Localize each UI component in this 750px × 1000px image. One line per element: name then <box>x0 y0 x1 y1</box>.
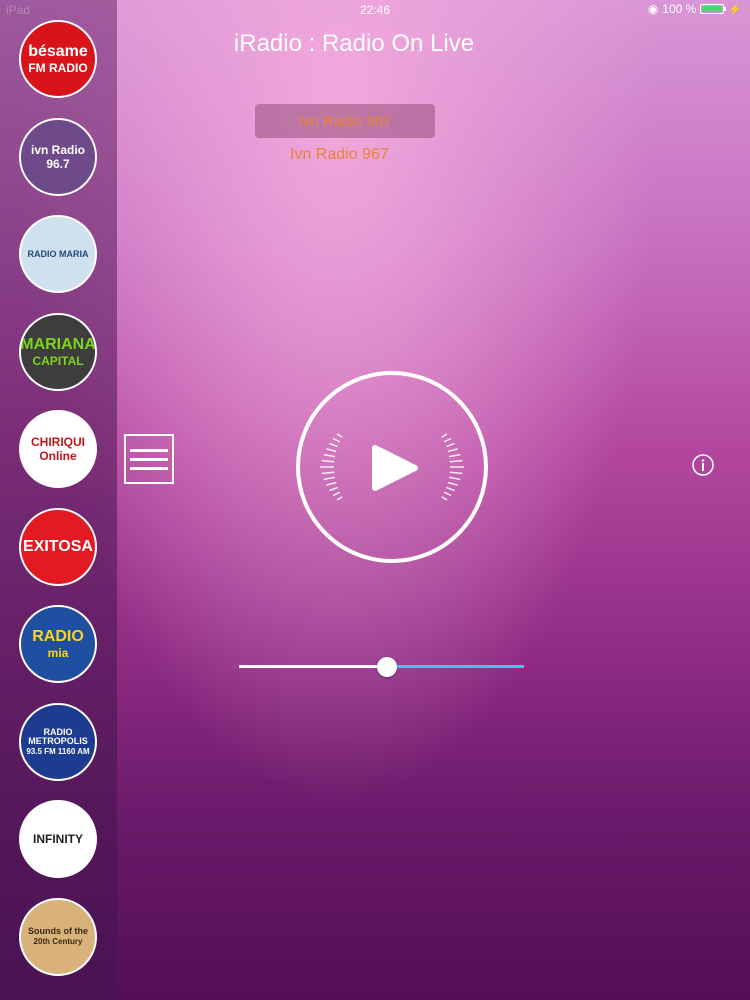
station-logo[interactable]: ivn Radio 96.7 <box>19 117 97 196</box>
volume-slider[interactable] <box>239 656 524 678</box>
station-logo-subtitle: FM RADIO <box>28 61 88 75</box>
menu-icon-line <box>130 448 168 452</box>
station-logo[interactable]: bésame FM RADIO <box>19 20 97 98</box>
station-logo-title: MARIANA <box>20 335 96 353</box>
volume-track-min <box>239 665 388 668</box>
battery-percent: 100 % <box>662 2 697 16</box>
station-logo-title: EXITOSA <box>23 537 93 555</box>
selected-station-button[interactable]: Ivn Radio 967 <box>255 104 435 138</box>
play-icon <box>296 371 488 563</box>
info-icon[interactable] <box>692 454 714 476</box>
station-logo[interactable]: RADIO mia <box>19 605 97 683</box>
station-logo[interactable]: MARIANA CAPITAL <box>19 312 97 391</box>
menu-icon-line <box>130 457 168 461</box>
charging-icon: ⚡ <box>728 3 742 16</box>
station-logo-subtitle: 96.7 <box>46 156 70 171</box>
volume-track-max <box>387 665 524 668</box>
station-logo-title: INFINITY <box>33 832 83 846</box>
status-right: ◉ 100 % ⚡ <box>648 2 742 16</box>
station-logo[interactable]: CHIRIQUI Online <box>19 410 97 488</box>
station-logo-subtitle: mia <box>47 646 69 660</box>
station-logo-subtitle: CAPITAL <box>32 353 84 368</box>
station-logo-title: RADIO MARIA <box>27 248 89 259</box>
volume-thumb[interactable] <box>377 657 398 677</box>
station-logo-subtitle: 20th Century <box>33 937 83 946</box>
station-logo[interactable]: EXITOSA <box>19 507 97 586</box>
station-logo-title: RADIO <box>32 628 84 645</box>
now-playing-label: Ivn Radio 967 <box>290 146 389 163</box>
orientation-lock-icon: ◉ <box>647 2 659 16</box>
menu-button[interactable] <box>124 434 174 484</box>
station-logo-subtitle: 93.5 FM 1160 AM <box>26 746 90 756</box>
app-title: iRadio : Radio On Live <box>233 30 475 57</box>
station-logo-title: Sounds of the <box>28 926 88 936</box>
menu-icon-line <box>130 466 168 470</box>
station-logo-title: CHIRIQUI <box>31 435 85 449</box>
station-sidebar[interactable]: bésame FM RADIO ivn Radio 96.7 RADIO MARIA MA… <box>0 0 117 1000</box>
station-logo[interactable]: RADIO MARIA <box>19 215 97 293</box>
station-logo-title: bésame <box>28 43 88 60</box>
station-logo[interactable]: RADIO METROPOLIS 93.5 FM 1160 AM <box>19 702 97 781</box>
battery-icon <box>700 4 727 14</box>
station-logo-title: RADIO METROPOLIS <box>28 726 88 746</box>
play-button[interactable] <box>295 370 489 564</box>
station-logo-title: ivn Radio <box>30 142 85 157</box>
station-logo-subtitle: Online <box>39 449 77 463</box>
station-logo[interactable]: Sounds of the 20th Century <box>19 897 97 976</box>
station-logo[interactable]: INFINITY <box>19 800 97 878</box>
